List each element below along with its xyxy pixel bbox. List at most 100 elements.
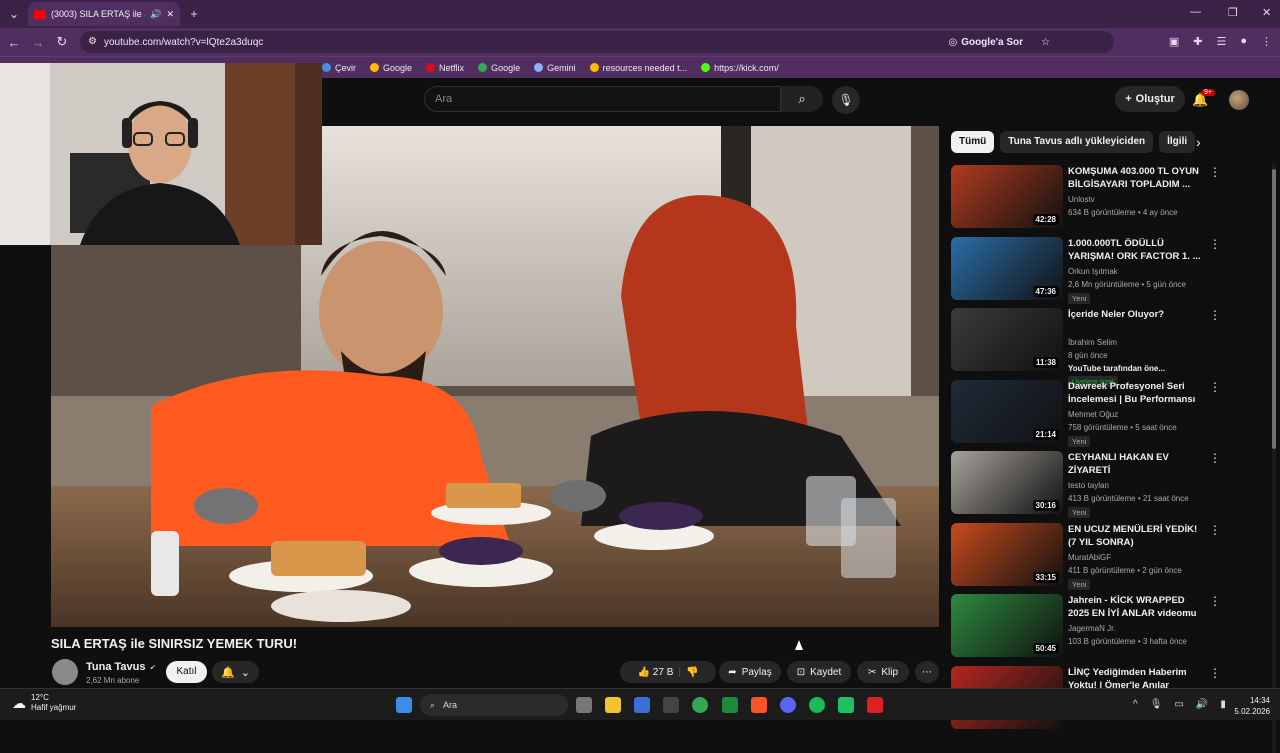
more-options-icon[interactable]: ⋮ bbox=[1209, 165, 1221, 179]
reading-list-icon[interactable]: ☰ bbox=[1216, 35, 1226, 48]
create-button[interactable]: + Oluştur bbox=[1115, 86, 1185, 112]
bookmark-item[interactable]: Gemini bbox=[534, 63, 576, 73]
brave-icon[interactable] bbox=[751, 697, 767, 713]
account-avatar[interactable] bbox=[1229, 90, 1249, 110]
voice-search-button[interactable]: 🎙 bbox=[832, 86, 860, 114]
recommendation-item[interactable]: 33:15 EN UCUZ MENÜLERİ YEDİK! (7 YIL SONR… bbox=[951, 522, 1221, 590]
filter-chip[interactable]: Tuna Tavus adlı yükleyiciden bbox=[1000, 131, 1154, 153]
speaker-icon[interactable]: 🔊 bbox=[150, 9, 161, 20]
forward-icon[interactable]: → bbox=[26, 35, 50, 50]
recommendation-channel[interactable]: Unlostv bbox=[1068, 195, 1095, 204]
recommendation-title[interactable]: KOMŞUMA 403.000 TL OYUN BİLGİSAYARI TOPL… bbox=[1068, 165, 1202, 191]
chrome-icon[interactable] bbox=[692, 697, 708, 713]
search-input[interactable]: Ara bbox=[424, 86, 781, 112]
dislike-button[interactable]: 👎 bbox=[686, 667, 698, 678]
address-bar[interactable]: ⚙ youtube.com/watch?v=lQte2a3duqc ◎ Googl… bbox=[80, 31, 1114, 53]
discord-icon[interactable] bbox=[780, 697, 796, 713]
recommendation-item[interactable]: 42:28 KOMŞUMA 403.000 TL OYUN BİLGİSAYARI… bbox=[951, 165, 1221, 229]
recommendation-channel[interactable]: Orkun Işıtmak bbox=[1068, 267, 1118, 276]
more-options-icon[interactable]: ⋮ bbox=[1209, 594, 1221, 608]
battery-icon[interactable]: ▮ bbox=[1220, 699, 1226, 710]
like-button[interactable]: 👍 27 B bbox=[638, 667, 674, 678]
recommendation-title[interactable]: CEYHANLI HAKAN EV ZİYARETİ bbox=[1068, 451, 1202, 477]
search-button[interactable]: ⌕ bbox=[781, 86, 823, 112]
filter-chip[interactable]: Tümü bbox=[951, 131, 995, 153]
back-icon[interactable]: ← bbox=[2, 35, 26, 50]
file-explorer-icon[interactable] bbox=[605, 697, 621, 713]
recommendation-item[interactable]: 47:36 1.000.000TL ÖDÜLLÜ YARIŞMA! ORK FAC… bbox=[951, 236, 1221, 304]
clock[interactable]: 14:34 5.02.2026 bbox=[1226, 695, 1270, 717]
recommendation-title[interactable]: Jahrein - KİCK WRAPPED 2025 EN İYİ ANLAR… bbox=[1068, 594, 1202, 620]
more-options-icon[interactable]: ⋮ bbox=[1209, 523, 1221, 537]
bookmark-item[interactable]: Netflix bbox=[426, 63, 464, 73]
channel-name[interactable]: Tuna Tavus ✔ bbox=[86, 661, 156, 673]
subscription-bell-button[interactable]: 🔔 ⌄ bbox=[212, 661, 259, 683]
recommendation-title[interactable]: 1.000.000TL ÖDÜLLÜ YARIŞMA! ORK FACTOR 1… bbox=[1068, 237, 1202, 263]
recommendation-item[interactable]: 30:16 CEYHANLI HAKAN EV ZİYARETİ testo tay… bbox=[951, 451, 1221, 518]
scrollbar[interactable] bbox=[1272, 163, 1276, 753]
bookmark-item[interactable]: Google bbox=[478, 63, 520, 73]
tab-close-icon[interactable]: ✕ bbox=[166, 9, 174, 20]
recommendation-title[interactable]: Dawreek Profesyonel Seri İncelemesi | Bu… bbox=[1068, 380, 1202, 406]
recommendation-channel[interactable]: testo taylan bbox=[1068, 481, 1109, 490]
bookmark-item[interactable]: resources needed t... bbox=[589, 63, 687, 73]
xbox-icon[interactable] bbox=[722, 697, 738, 713]
bookmark-star-icon[interactable]: ☆ bbox=[1041, 37, 1050, 48]
app-icon[interactable] bbox=[663, 697, 679, 713]
google-ask-button[interactable]: ◎ Google'a Sor ☆ bbox=[942, 33, 1056, 51]
extensions-puzzle-icon[interactable]: ✚ bbox=[1193, 35, 1202, 48]
video-thumbnail[interactable]: 30:16 bbox=[951, 451, 1063, 514]
video-thumbnail[interactable]: 42:28 bbox=[951, 165, 1063, 228]
recommendation-channel[interactable]: JagermaN Jr. bbox=[1068, 624, 1116, 633]
chevron-up-icon[interactable]: ^ bbox=[1133, 699, 1138, 710]
extension-icon[interactable]: ▣ bbox=[1169, 35, 1179, 48]
taskbar-search[interactable]: ⌕ Ara bbox=[420, 694, 568, 716]
recommendation-item[interactable]: 11:38 İçeride Neler Oluyor? İbrahim Selim 8… bbox=[951, 308, 1221, 387]
chevron-right-icon[interactable]: › bbox=[1196, 134, 1201, 150]
minimize-icon[interactable]: — bbox=[1190, 6, 1201, 18]
new-tab-button[interactable]: + bbox=[186, 6, 202, 22]
bookmark-item[interactable]: https://kick.com/ bbox=[701, 63, 779, 73]
scrollbar-thumb[interactable] bbox=[1272, 169, 1276, 449]
weather-widget[interactable]: ☁ 12°C Hafif yağmur bbox=[12, 693, 76, 713]
task-view-icon[interactable] bbox=[576, 697, 592, 713]
more-options-icon[interactable]: ⋮ bbox=[1209, 308, 1221, 322]
share-button[interactable]: ➦ Paylaş bbox=[719, 661, 781, 683]
site-info-icon[interactable]: ⚙ bbox=[88, 36, 97, 47]
bookmark-item[interactable]: Çevir bbox=[322, 63, 356, 73]
more-actions-button[interactable]: ⋯ bbox=[915, 661, 939, 683]
close-window-icon[interactable]: ✕ bbox=[1262, 6, 1271, 19]
spotify-icon[interactable] bbox=[809, 697, 825, 713]
video-thumbnail[interactable]: 21:14 bbox=[951, 379, 1063, 443]
filter-chip[interactable]: İlgili bbox=[1159, 131, 1196, 153]
recommendation-channel[interactable]: Mehmet Oğuz bbox=[1068, 410, 1118, 419]
video-thumbnail[interactable]: 47:36 bbox=[951, 236, 1063, 300]
tab-youtube[interactable]: (3003) SILA ERTAŞ ile SINIRSIZ YEMEK TUR… bbox=[28, 2, 180, 26]
recommendation-title[interactable]: İçeride Neler Oluyor? bbox=[1068, 308, 1202, 321]
join-button[interactable]: Katıl bbox=[166, 661, 207, 683]
profile-icon[interactable]: ● bbox=[1240, 35, 1247, 48]
video-thumbnail[interactable]: 33:15 bbox=[951, 522, 1063, 586]
more-options-icon[interactable]: ⋮ bbox=[1209, 237, 1221, 251]
clip-button[interactable]: ✂ Klip bbox=[857, 661, 909, 683]
windows-start-icon[interactable] bbox=[396, 697, 412, 713]
recommendation-item[interactable]: 21:14 Dawreek Profesyonel Seri İncelemesi… bbox=[951, 379, 1221, 447]
video-thumbnail[interactable]: 50:45 bbox=[951, 594, 1063, 657]
bookmark-item[interactable]: Google bbox=[370, 63, 412, 73]
menu-icon[interactable]: ⋮ bbox=[1261, 35, 1272, 48]
reload-icon[interactable]: ↻ bbox=[50, 34, 74, 50]
recommendation-channel[interactable]: MuratAbiGF bbox=[1068, 553, 1111, 562]
video-thumbnail[interactable]: 11:38 bbox=[951, 308, 1063, 371]
more-options-icon[interactable]: ⋮ bbox=[1209, 380, 1221, 394]
app-red-icon[interactable] bbox=[867, 697, 883, 713]
recommendation-channel[interactable]: İbrahim Selim bbox=[1068, 338, 1117, 347]
save-button[interactable]: ⊡ Kaydet bbox=[787, 661, 851, 683]
mic-icon[interactable]: 🎙 bbox=[1150, 699, 1163, 710]
more-options-icon[interactable]: ⋮ bbox=[1209, 451, 1221, 465]
more-options-icon[interactable]: ⋮ bbox=[1209, 666, 1221, 680]
network-icon[interactable]: ▭ bbox=[1174, 699, 1183, 710]
recommendation-item[interactable]: 50:45 Jahrein - KİCK WRAPPED 2025 EN İYİ … bbox=[951, 594, 1221, 658]
recommendation-title[interactable]: EN UCUZ MENÜLERİ YEDİK! (7 YIL SONRA) bbox=[1068, 523, 1202, 549]
channel-avatar[interactable] bbox=[52, 659, 78, 685]
volume-icon[interactable]: 🔊 bbox=[1196, 699, 1208, 710]
